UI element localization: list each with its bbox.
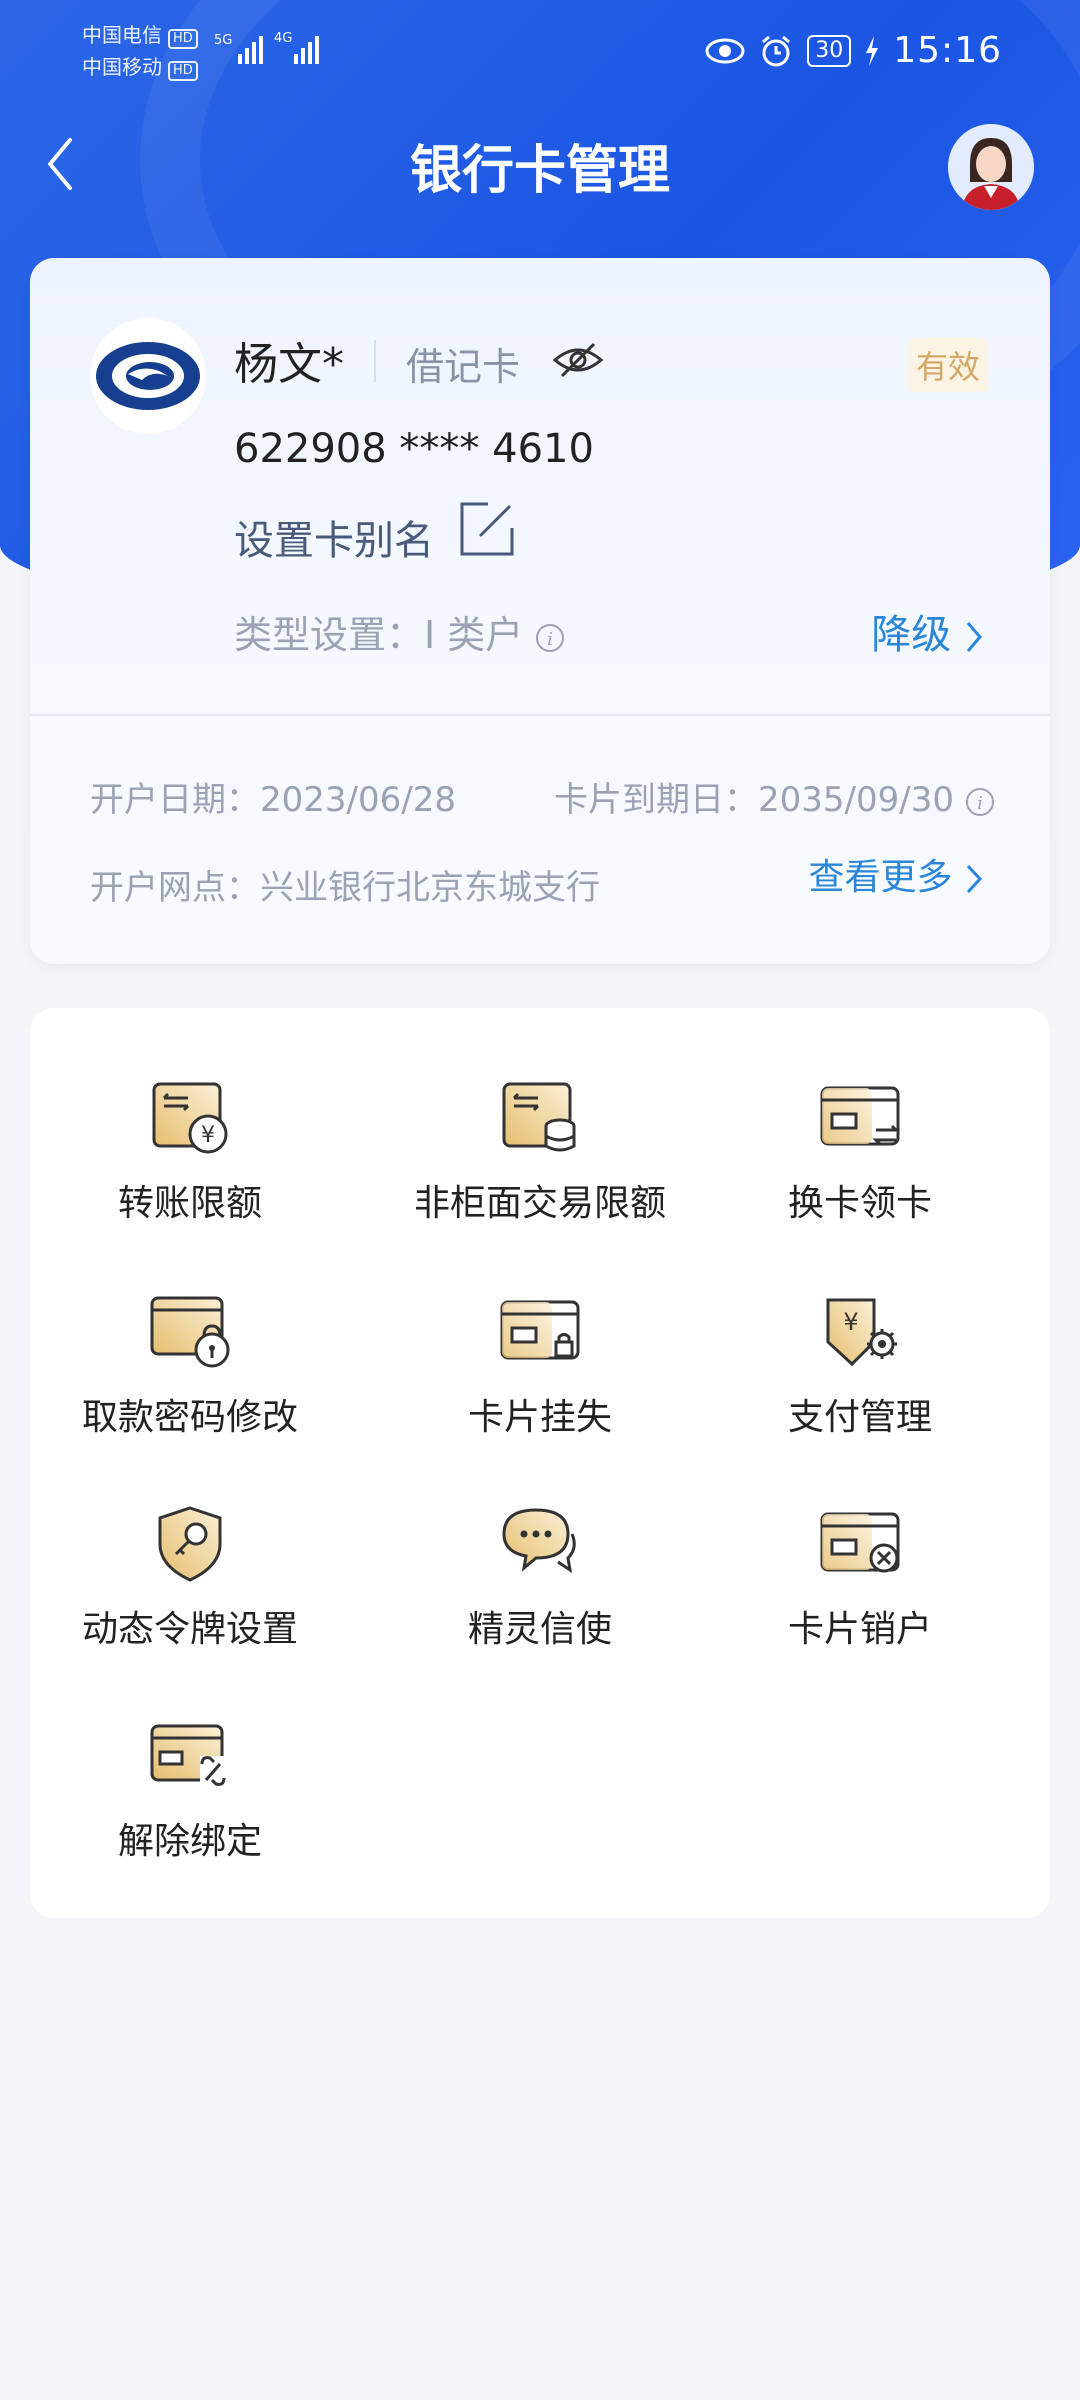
payment-settings-icon: ¥ <box>826 1298 897 1367</box>
service-non-counter-limit[interactable]: 非柜面交易限额 <box>380 1078 700 1226</box>
charging-icon <box>866 35 879 66</box>
info-icon[interactable]: i <box>965 787 995 817</box>
info-icon[interactable]: i <box>535 623 565 653</box>
svg-text:i: i <box>977 793 983 814</box>
carrier-1: 中国电信 HD <box>82 24 198 49</box>
hide-eye-icon[interactable] <box>552 340 604 380</box>
transfer-limit-icon: ¥ <box>152 1082 228 1154</box>
card-lock-icon <box>500 1300 580 1360</box>
set-card-alias-label[interactable]: 设置卡别名 <box>234 508 434 566</box>
status-bar: 中国电信 HD 中国移动 HD 5G 4G 30 15:16 <box>0 0 1080 110</box>
card-cancel-icon <box>820 1512 900 1573</box>
card-holder-name: 杨文* <box>234 339 344 390</box>
chevron-right-icon <box>966 622 982 652</box>
svg-text:¥: ¥ <box>843 1308 858 1336</box>
service-card-loss[interactable]: 卡片挂失 <box>380 1292 700 1440</box>
expire-date: 卡片到期日：2035/09/30 i <box>554 772 995 821</box>
carrier-2: 中国移动 HD <box>82 56 198 81</box>
svg-text:5G: 5G <box>214 33 232 48</box>
service-transfer-limit[interactable]: ¥ 转账限额 <box>30 1078 350 1226</box>
svg-text:4G: 4G <box>274 31 292 46</box>
card-status-badge: 有效 <box>908 338 989 392</box>
svg-text:¥: ¥ <box>201 1123 215 1148</box>
bank-logo-icon <box>96 342 200 410</box>
bank-card-panel: 杨文* 借记卡 有效 622908 **** 4610 设置卡别名 类型设置：I… <box>30 258 1050 964</box>
eye-comfort-icon <box>705 38 745 63</box>
divider <box>30 714 1050 716</box>
card-exchange-icon <box>820 1086 900 1146</box>
card-type: 借记卡 <box>406 345 521 389</box>
downgrade-link[interactable]: 降级 <box>871 602 984 660</box>
service-card-exchange[interactable]: 换卡领卡 <box>700 1078 1020 1226</box>
service-grid: ¥ 转账限额 非柜面交易限额 换卡领卡 取款密码修改 卡片挂失 ¥ 支付管理 动… <box>30 1008 1050 1918</box>
avatar[interactable] <box>948 124 1034 210</box>
service-card-cancel[interactable]: 卡片销户 <box>700 1504 1020 1652</box>
assistant-avatar-icon <box>948 124 1034 210</box>
branch: 开户网点：兴业银行北京东城支行 <box>90 868 600 908</box>
clock: 15:16 <box>893 30 1002 71</box>
unlink-card-icon <box>150 1724 226 1786</box>
battery-level: 30 <box>807 34 852 67</box>
view-more-link[interactable]: 查看更多 <box>809 848 984 900</box>
account-type-setting: 类型设置：I 类户 i <box>234 604 565 659</box>
edit-icon[interactable] <box>458 500 516 558</box>
service-messenger[interactable]: 精灵信使 <box>380 1504 700 1652</box>
chat-bubble-icon <box>502 1508 576 1574</box>
service-payment-management[interactable]: ¥ 支付管理 <box>700 1292 1020 1440</box>
open-date: 开户日期：2023/06/28 <box>90 780 456 820</box>
shield-key-icon <box>158 1506 222 1582</box>
non-counter-limit-icon <box>502 1082 576 1152</box>
page-title: 银行卡管理 <box>409 141 670 201</box>
chevron-right-icon <box>966 864 983 894</box>
svg-text:i: i <box>548 629 554 650</box>
service-dynamic-token[interactable]: 动态令牌设置 <box>30 1504 350 1652</box>
bank-logo <box>90 318 206 434</box>
signal-icon: 5G 4G <box>214 31 319 64</box>
service-password-change[interactable]: 取款密码修改 <box>30 1292 350 1440</box>
password-lock-icon <box>150 1296 230 1368</box>
alarm-icon <box>762 35 791 66</box>
service-unbind[interactable]: 解除绑定 <box>30 1716 350 1864</box>
card-number: 622908 **** 4610 <box>234 426 594 472</box>
